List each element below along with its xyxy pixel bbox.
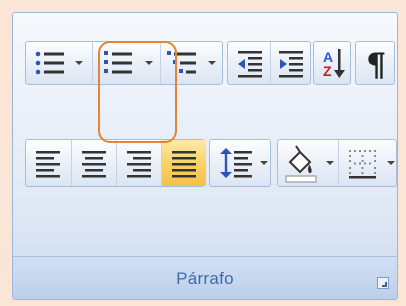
shading-button[interactable] [278, 140, 338, 186]
borders-button[interactable] [338, 140, 398, 186]
bullets-dropdown-arrow[interactable] [75, 61, 83, 65]
justify-button[interactable] [161, 140, 206, 186]
numbering-highlight-outline [98, 41, 177, 143]
paint-bucket-icon [285, 145, 317, 183]
show-formatting-group: ¶ [355, 41, 395, 85]
shading-borders-group [277, 139, 397, 187]
group-label: Párrafo [176, 269, 234, 288]
align-center-icon [82, 151, 106, 178]
decrease-indent-icon [238, 51, 262, 78]
sort-group: A Z [313, 41, 351, 85]
bulleted-list-icon [35, 51, 64, 75]
borders-icon [349, 150, 376, 179]
center-button[interactable] [71, 140, 116, 186]
alignment-group [25, 139, 206, 187]
align-left-button[interactable] [26, 140, 71, 186]
pilcrow-icon: ¶ [366, 46, 387, 84]
line-spacing-group [209, 139, 271, 187]
line-spacing-icon [220, 148, 252, 178]
align-right-icon [127, 151, 151, 178]
shading-dropdown-arrow[interactable] [326, 161, 334, 165]
sort-button[interactable]: A Z [314, 42, 352, 84]
line-spacing-button[interactable] [210, 140, 272, 186]
group-label-strip: Párrafo [13, 256, 397, 299]
multilevel-dropdown-arrow[interactable] [208, 61, 216, 65]
increase-indent-icon [279, 51, 303, 78]
align-left-icon [36, 151, 60, 178]
down-arrow-icon [334, 49, 345, 78]
justify-icon [172, 151, 196, 178]
align-right-button[interactable] [116, 140, 161, 186]
dialog-launcher-icon[interactable] [377, 277, 389, 289]
paragraph-group: A Z ¶ Párrafo [12, 12, 398, 300]
line-spacing-dropdown-arrow[interactable] [260, 161, 268, 165]
bullets-button[interactable] [26, 42, 92, 84]
borders-dropdown-arrow[interactable] [387, 161, 395, 165]
show-formatting-button[interactable]: ¶ [356, 42, 396, 84]
indent-buttons-group [227, 41, 311, 85]
increase-indent-button[interactable] [270, 42, 312, 84]
decrease-indent-button[interactable] [228, 42, 270, 84]
